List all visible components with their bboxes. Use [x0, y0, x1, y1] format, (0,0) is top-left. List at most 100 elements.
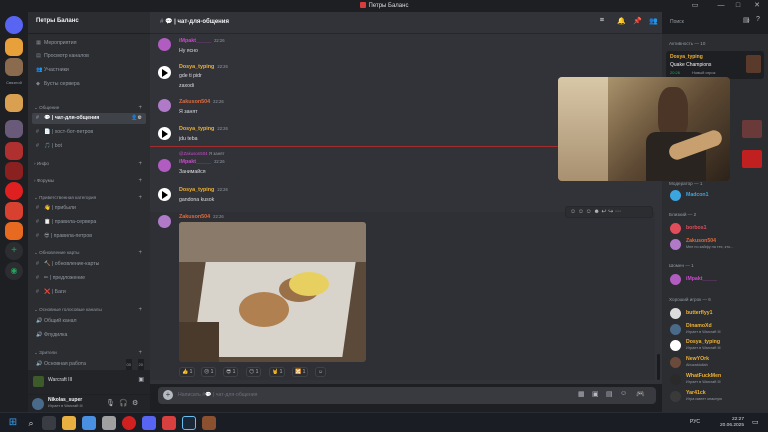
steam-icon[interactable] — [182, 416, 196, 430]
reaction-button[interactable]: 😶 1 — [246, 367, 262, 377]
category-forums[interactable]: › Форумы + — [34, 176, 144, 186]
avatar[interactable] — [32, 398, 44, 410]
avatar[interactable] — [158, 159, 171, 172]
warcraft-icon[interactable] — [202, 416, 216, 430]
reaction-button[interactable]: 😐 1 — [201, 367, 217, 377]
message-author[interactable]: Zakuson504 22:26 — [179, 214, 224, 220]
apps-icon[interactable]: 🎮 — [636, 390, 645, 398]
more-icon[interactable]: ⋯ — [615, 209, 621, 215]
server-name[interactable]: Петры Баланс — [28, 12, 150, 34]
add-reaction-icon[interactable]: ☻ — [593, 209, 599, 215]
add-attachment-icon[interactable]: + — [163, 390, 173, 400]
message-author[interactable]: Dosya_typing 22:26 — [179, 187, 228, 193]
sidebar-item-events[interactable]: ▦ Мероприятия — [32, 38, 146, 49]
pin-icon[interactable]: 📌 — [633, 17, 642, 25]
close-window-button[interactable]: ✕ — [752, 1, 762, 11]
avatar[interactable] — [158, 38, 171, 51]
server-icon[interactable] — [5, 222, 23, 240]
language-indicator[interactable]: РУС — [690, 419, 700, 425]
category-info[interactable]: › Инфо + — [34, 159, 144, 169]
start-icon[interactable]: ⊞ — [6, 416, 20, 430]
voice-channel-general[interactable]: 🔊 Общий канал — [32, 316, 146, 327]
member-row[interactable]: Dosya_typing Играет в Warcraft III — [668, 338, 764, 353]
channel-server-rules[interactable]: # 📋 | правила-сервера — [32, 217, 146, 228]
reaction-icon[interactable]: ☺ — [578, 209, 584, 215]
game-activity-panel[interactable]: Warcraft III ▣ — [28, 370, 150, 394]
search-icon[interactable]: ⌕ — [24, 416, 38, 430]
reply-icon[interactable]: ↩ — [601, 209, 606, 215]
add-server-icon[interactable]: + — [5, 242, 23, 260]
sidebar-item-boosts[interactable]: ◆ Бусты сервера — [32, 79, 146, 90]
message-input[interactable]: + Написать #💬 | чат-для-общения ▦ ▣ ▤ ☺ … — [158, 387, 656, 404]
reaction-icon[interactable]: ☺ — [586, 209, 592, 215]
channel-suggestion[interactable]: # ✏ | предложение — [32, 273, 146, 284]
minimize-button[interactable]: — — [716, 1, 726, 11]
opera-icon[interactable] — [122, 416, 136, 430]
server-icon[interactable] — [5, 162, 23, 180]
category-viewers[interactable]: ⌄ Зрители + — [34, 348, 144, 358]
taskview-icon[interactable] — [42, 416, 56, 430]
gift-icon[interactable]: ▦ — [578, 390, 585, 398]
app-icon[interactable] — [82, 416, 96, 430]
avatar[interactable] — [158, 127, 171, 140]
member-row[interactable]: WhatFuckMen Играет в Warcraft III — [668, 372, 764, 387]
channel-arrived[interactable]: # 👋 | прибыли — [32, 203, 146, 214]
direct-messages-icon[interactable] — [5, 16, 23, 34]
channel-bugs[interactable]: # ❌ | Баги — [32, 287, 146, 298]
gif-icon[interactable]: ▣ — [592, 390, 599, 398]
member-list-icon[interactable]: 👥 — [649, 17, 658, 25]
sticker-icon[interactable]: ▤ — [606, 390, 613, 398]
category-chat[interactable]: ⌄ Общение + — [34, 103, 144, 113]
member-row[interactable]: NewYOrk Abuzaidullah — [668, 355, 764, 370]
reaction-button[interactable]: 🤘 1 — [269, 367, 286, 377]
member-row[interactable]: Madcon1 — [668, 188, 764, 203]
settings-icon[interactable]: 👤⚙ — [131, 113, 142, 124]
message-author[interactable]: Dosya_typing 22:26 — [179, 64, 228, 70]
avatar[interactable] — [158, 215, 171, 228]
category-welcome[interactable]: ⌄ Приветственная категория + — [34, 193, 144, 203]
notification-icon[interactable]: ▭ — [752, 418, 759, 426]
reaction-icon[interactable]: ☺ — [570, 209, 576, 215]
search-input[interactable]: Поиск ⌕ — [666, 16, 754, 28]
clock[interactable]: 22:27 20.06.2025 — [720, 417, 744, 429]
channel-bot[interactable]: # 🎵 | bot — [32, 141, 146, 152]
activity-card[interactable]: Dosya_typing Quake Champions 20:26 Новый… — [666, 51, 764, 79]
video-overlay[interactable] — [558, 77, 730, 181]
forward-icon[interactable]: ↪ — [608, 209, 613, 215]
reaction-button[interactable]: 🔀 1 — [292, 367, 309, 377]
category-voice[interactable]: ⌄ Основные голосовые каналы + — [34, 305, 144, 315]
category-updates[interactable]: ⌄ Обновление карты + — [34, 248, 144, 258]
sidebar-item-members[interactable]: 👥 Участники — [32, 65, 146, 76]
channel-chat[interactable]: # 💬 | чат-для-общения 👤⚙ — [32, 113, 146, 124]
channel-map-update[interactable]: # 🔨 | обновление-карты — [32, 259, 146, 270]
explore-icon[interactable]: ◉ — [5, 262, 23, 280]
headphones-icon[interactable]: 🎧 — [119, 399, 128, 407]
message-author[interactable]: Dosya_typing 22:26 — [179, 126, 228, 132]
avatar[interactable] — [158, 66, 171, 79]
member-row[interactable]: Yar41ck Игра имеет опасную — [668, 389, 764, 404]
reaction-button[interactable]: 😎 1 — [223, 367, 239, 377]
add-reaction-button[interactable]: ☺ — [315, 367, 327, 377]
server-icon-active[interactable] — [5, 58, 23, 76]
inbox-icon[interactable]: ▭ — [690, 1, 700, 11]
server-icon[interactable] — [5, 38, 23, 56]
scrollbar[interactable] — [657, 354, 660, 380]
channel-petrov-rules[interactable]: # 😎 | правила-петров — [32, 231, 146, 242]
maximize-button[interactable]: □ — [733, 1, 743, 11]
member-row[interactable]: butterflyy1 — [668, 306, 764, 321]
server-icon[interactable] — [5, 94, 23, 112]
message-author[interactable]: Zakuson504 22:26 — [179, 99, 224, 105]
message-author[interactable]: iMpakt_____ 22:26 — [179, 159, 225, 165]
gear-icon[interactable]: ⚙ — [132, 399, 138, 407]
help-icon[interactable]: ? — [756, 16, 760, 23]
emoji-icon[interactable]: ☺ — [620, 390, 627, 397]
app-icon[interactable] — [162, 416, 176, 430]
sidebar-item-browse[interactable]: ▤ Просмотр каналов — [32, 51, 146, 62]
explorer-icon[interactable] — [62, 416, 76, 430]
inbox-icon[interactable]: ▤ — [743, 16, 750, 24]
member-row[interactable]: DinamoXd Играет в Warcraft III — [668, 322, 764, 337]
bell-icon[interactable]: 🔔 — [617, 17, 626, 25]
member-row[interactable]: borbos1 — [668, 221, 764, 236]
discord-icon[interactable] — [142, 416, 156, 430]
controller-icon[interactable]: ▣ — [138, 376, 144, 383]
